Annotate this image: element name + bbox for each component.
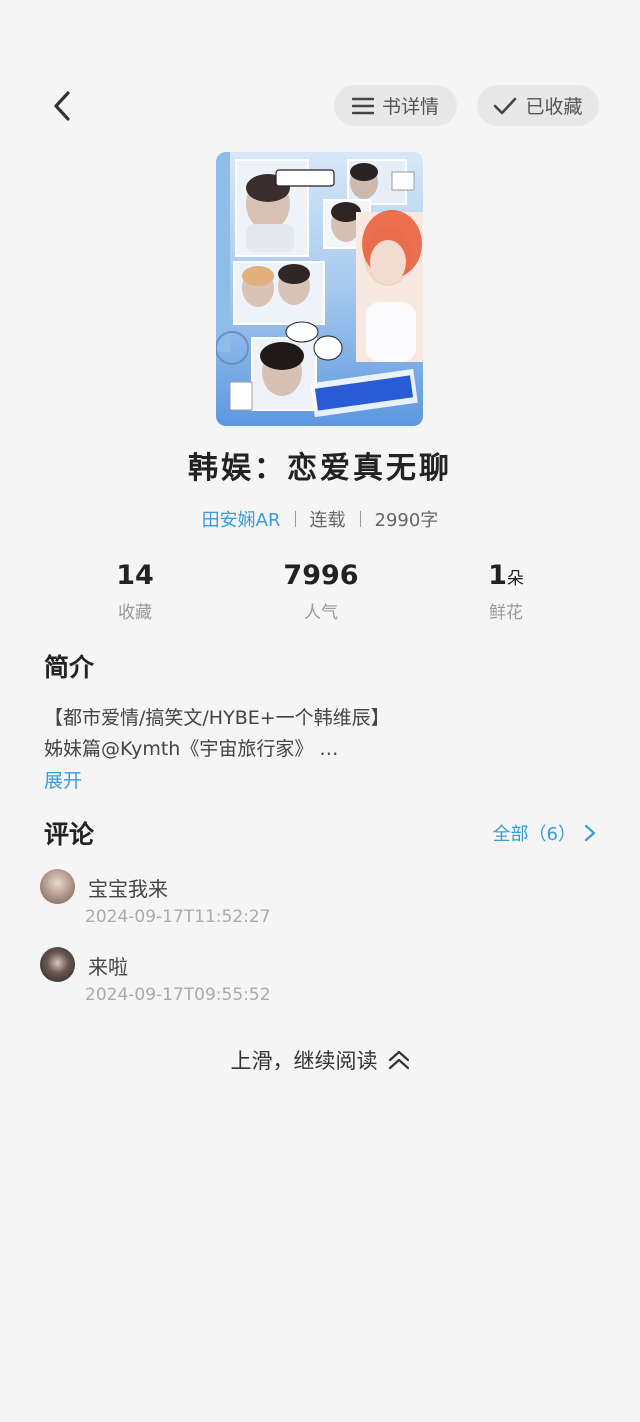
comment-item[interactable]: 来啦 2024-09-17T09:55:52 bbox=[40, 947, 600, 1013]
menu-lines-icon bbox=[351, 97, 374, 114]
stat-favorites-value: 14 bbox=[116, 560, 154, 591]
book-cover-art bbox=[216, 152, 423, 426]
author-link[interactable]: 田安娴AR bbox=[202, 506, 281, 532]
expand-intro-link[interactable]: 展开 bbox=[44, 766, 82, 793]
view-all-label: 全部（6） bbox=[492, 824, 576, 845]
comment-item[interactable]: 宝宝我来 2024-09-17T11:52:27 bbox=[40, 869, 600, 935]
stats-row: 14 收藏 7996 人气 1朵 鲜花 bbox=[0, 560, 640, 630]
view-all-comments-link[interactable]: 全部（6） bbox=[493, 820, 596, 846]
stat-flowers-value: 1 bbox=[488, 560, 507, 591]
stat-flowers-unit: 朵 bbox=[506, 569, 524, 589]
stat-popularity: 7996 人气 bbox=[251, 560, 391, 623]
intro-line: 姊妹篇@Kymth《宇宙旅行家》 … bbox=[44, 738, 339, 760]
check-icon bbox=[494, 97, 517, 114]
intro-line: 【都市爱情/搞笑文/HYBE+一个韩维辰】 bbox=[44, 707, 390, 729]
divider bbox=[294, 511, 296, 527]
comment-time: 2024-09-17T11:52:27 bbox=[85, 907, 271, 927]
book-title: 韩娱：恋爱真无聊 bbox=[188, 451, 452, 486]
continue-reading-label: 上滑，继续阅读 bbox=[230, 1049, 378, 1073]
comments-heading: 评论 bbox=[44, 820, 95, 849]
continue-reading-prompt[interactable]: 上滑，继续阅读 bbox=[0, 1045, 640, 1075]
comment-time: 2024-09-17T09:55:52 bbox=[85, 985, 271, 1005]
avatar[interactable] bbox=[40, 947, 75, 982]
stat-popularity-value: 7996 bbox=[283, 560, 359, 591]
book-detail-label: 书详情 bbox=[381, 96, 439, 118]
book-detail-button[interactable]: 书详情 bbox=[334, 85, 457, 126]
intro-text: 【都市爱情/搞笑文/HYBE+一个韩维辰】 姊妹篇@Kymth《宇宙旅行家》 … bbox=[44, 703, 604, 765]
stat-flowers[interactable]: 1朵 鲜花 bbox=[436, 560, 576, 623]
serial-status: 连载 bbox=[309, 510, 346, 531]
chevron-left-icon bbox=[54, 91, 70, 121]
book-meta: 田安娴AR 连载 2990字 bbox=[0, 506, 640, 532]
chevron-right-icon bbox=[584, 824, 596, 842]
divider bbox=[359, 511, 361, 527]
book-cover[interactable] bbox=[216, 152, 423, 426]
avatar[interactable] bbox=[40, 869, 75, 904]
favorited-button[interactable]: 已收藏 bbox=[477, 85, 599, 126]
stat-flowers-label: 鲜花 bbox=[489, 603, 523, 623]
word-count: 2990字 bbox=[374, 510, 439, 531]
stat-favorites-label: 收藏 bbox=[118, 603, 152, 623]
intro-heading: 简介 bbox=[44, 653, 95, 682]
double-chevron-up-icon bbox=[388, 1050, 409, 1070]
favorited-label: 已收藏 bbox=[525, 96, 583, 118]
back-button[interactable] bbox=[40, 82, 84, 130]
top-bar: 书详情 已收藏 bbox=[0, 0, 640, 130]
stat-popularity-label: 人气 bbox=[304, 603, 338, 623]
comment-author: 宝宝我来 bbox=[88, 877, 168, 901]
stat-favorites: 14 收藏 bbox=[65, 560, 205, 623]
comment-author: 来啦 bbox=[88, 955, 128, 979]
